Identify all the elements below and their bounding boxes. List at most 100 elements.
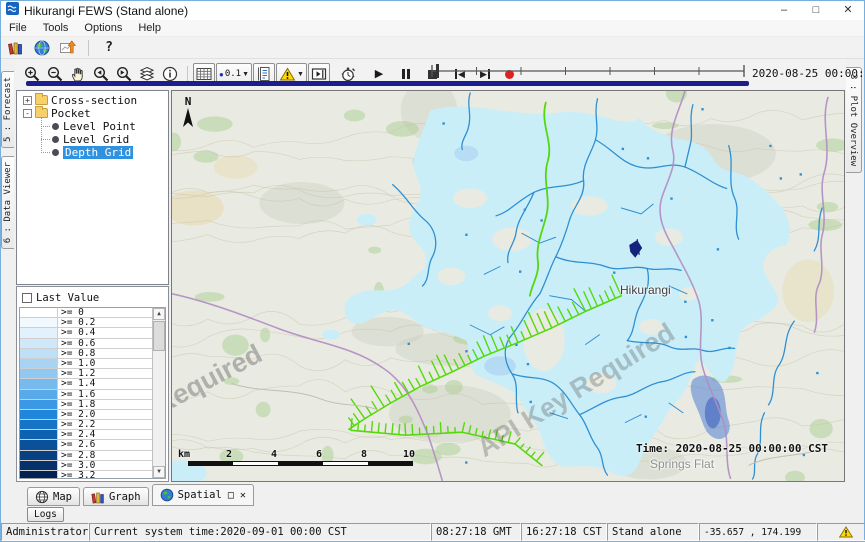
legend-swatch xyxy=(20,308,58,317)
tab-data-viewer[interactable]: 6 : Data Viewer xyxy=(1,156,14,249)
legend-label: >= 2.6 xyxy=(58,440,152,449)
status-coordinates: -35.657 , 174.199 xyxy=(699,523,817,541)
menu-options[interactable]: Options xyxy=(76,21,130,35)
place-label-hikurangi: Hikurangi xyxy=(620,283,671,297)
legend-swatch xyxy=(20,369,58,378)
map-scale-bar: km 2 4 6 8 10 xyxy=(178,449,438,469)
scrollbar-thumb[interactable] xyxy=(153,321,165,351)
maximize-button[interactable]: □ xyxy=(800,1,832,20)
legend-row[interactable]: >= 1.4 xyxy=(20,379,152,389)
menu-bar: File Tools Options Help xyxy=(1,20,864,37)
tab-plot-overview-label: 3 : Plot Overview xyxy=(848,74,858,166)
legend-label: >= 1.2 xyxy=(58,369,152,378)
last-value-label: Last Value xyxy=(36,292,99,304)
spatial-layers-tree: + Cross-section - Pocket xyxy=(16,90,169,285)
legend-label: >= 1.0 xyxy=(58,359,152,368)
chevron-down-icon: ▼ xyxy=(297,71,304,78)
main-toolbar: ? xyxy=(1,37,864,59)
expand-icon[interactable]: + xyxy=(23,96,32,105)
legend-label: >= 2.8 xyxy=(58,451,152,460)
help-button[interactable]: ? xyxy=(98,38,120,58)
spatial-tab-close-icon[interactable]: ✕ xyxy=(240,490,246,501)
legend-swatch xyxy=(20,430,58,439)
close-button[interactable]: ✕ xyxy=(832,1,864,20)
legend-swatch xyxy=(20,318,58,327)
logs-row: Logs xyxy=(1,506,864,523)
tab-spatial-label: Spatial xyxy=(178,489,222,501)
status-local-time: 16:27:18 CST xyxy=(521,523,607,541)
scale-unit-label: km xyxy=(178,449,190,460)
legend-swatch xyxy=(20,390,58,399)
menu-help[interactable]: Help xyxy=(130,21,169,35)
tab-map[interactable]: Map xyxy=(27,487,80,506)
status-gmt-time: 08:27:18 GMT xyxy=(431,523,521,541)
minimize-button[interactable]: – xyxy=(768,1,800,20)
globe-icon[interactable] xyxy=(31,38,53,58)
tree-children: Level Point Level Grid Depth Grid xyxy=(41,120,166,158)
tab-forecast[interactable]: 5 : Forecast xyxy=(1,71,14,148)
folder-icon xyxy=(35,95,48,105)
north-compass: N xyxy=(182,95,194,133)
map-toolbar: ● 0.1 ▼ ▼ ▶ xyxy=(15,59,846,89)
database-icon[interactable] xyxy=(5,38,27,58)
legend-label: >= 1.4 xyxy=(58,379,152,388)
tree-item-cross-section[interactable]: + Cross-section xyxy=(19,94,166,106)
tree-item-label: Cross-section xyxy=(51,94,137,107)
tree-item-level-point[interactable]: Level Point xyxy=(41,120,166,132)
legend-list: ▲ ▼ >= 0>= 0.2>= 0.4>= 0.6>= 0.8>= 1.0>=… xyxy=(19,307,166,479)
legend-row[interactable]: >= 3.2 xyxy=(20,471,152,479)
tree-item-level-grid[interactable]: Level Grid xyxy=(41,133,166,145)
legend-swatch xyxy=(20,461,58,470)
last-value-checkbox[interactable] xyxy=(22,293,32,303)
status-system-time: Current system time:2020-09-01 00:00 CST xyxy=(89,523,431,541)
legend-swatch xyxy=(20,349,58,358)
tab-graph-label: Graph xyxy=(109,491,141,503)
menu-file[interactable]: File xyxy=(1,21,35,35)
left-panel: + Cross-section - Pocket xyxy=(15,89,170,483)
left-tab-strip: 5 : Forecast 6 : Data Viewer xyxy=(1,59,15,483)
legend-label: >= 1.6 xyxy=(58,390,152,399)
window-title: Hikurangi FEWS (Stand alone) xyxy=(24,4,188,18)
spatial-tab-restore-icon[interactable]: □ xyxy=(228,490,234,501)
spatial-display-icon[interactable] xyxy=(57,38,79,58)
status-warning-cell[interactable] xyxy=(817,523,865,541)
threshold-value: 0.1 xyxy=(225,69,241,79)
time-slider-datetime: 2020-08-25 00:00:00 CST xyxy=(752,67,865,80)
legend-label: >= 3.0 xyxy=(58,461,152,470)
menu-tools[interactable]: Tools xyxy=(35,21,77,35)
title-bar: Hikurangi FEWS (Stand alone) – □ ✕ xyxy=(1,1,864,20)
legend-label: >= 0.8 xyxy=(58,349,152,358)
logs-button[interactable]: Logs xyxy=(27,507,64,522)
collapse-icon[interactable]: - xyxy=(23,109,32,118)
scroll-down-icon[interactable]: ▼ xyxy=(153,466,165,478)
legend-header: Last Value xyxy=(19,289,166,307)
tree-item-depth-grid[interactable]: Depth Grid xyxy=(41,146,166,158)
wireframe-globe-icon xyxy=(35,490,49,504)
app-window: Hikurangi FEWS (Stand alone) – □ ✕ File … xyxy=(0,0,865,542)
toolbar-separator xyxy=(187,66,188,82)
legend-swatch xyxy=(20,379,58,388)
map-view[interactable]: N API Key Required API Key Required Hiku… xyxy=(171,90,845,482)
status-user: Administrator xyxy=(1,523,89,541)
time-span-bar[interactable] xyxy=(26,81,749,86)
map-canvas[interactable] xyxy=(172,91,844,481)
warning-triangle-icon xyxy=(279,66,296,82)
chevron-down-icon: ▼ xyxy=(242,71,249,78)
legend-label: >= 2.4 xyxy=(58,430,152,439)
node-dot-icon xyxy=(52,149,59,156)
legend-swatch xyxy=(20,400,58,409)
tab-plot-overview[interactable]: 3 : Plot Overview xyxy=(846,67,862,173)
legend-scrollbar[interactable]: ▲ ▼ xyxy=(152,308,165,478)
legend-swatch xyxy=(20,359,58,368)
north-arrow-icon xyxy=(182,108,194,128)
tab-graph[interactable]: Graph xyxy=(83,487,149,506)
tab-spatial[interactable]: Spatial □ ✕ xyxy=(152,484,254,506)
bottom-tab-bar: Map Graph Spatial □ ✕ xyxy=(1,483,864,506)
warning-triangle-icon xyxy=(839,526,853,538)
globe-icon xyxy=(160,488,174,502)
scroll-up-icon[interactable]: ▲ xyxy=(153,308,165,320)
time-slider[interactable] xyxy=(429,63,747,80)
tree-item-label-selected: Depth Grid xyxy=(63,146,133,159)
tab-map-label: Map xyxy=(53,491,72,503)
right-tab-strip: 3 : Plot Overview xyxy=(846,59,864,483)
